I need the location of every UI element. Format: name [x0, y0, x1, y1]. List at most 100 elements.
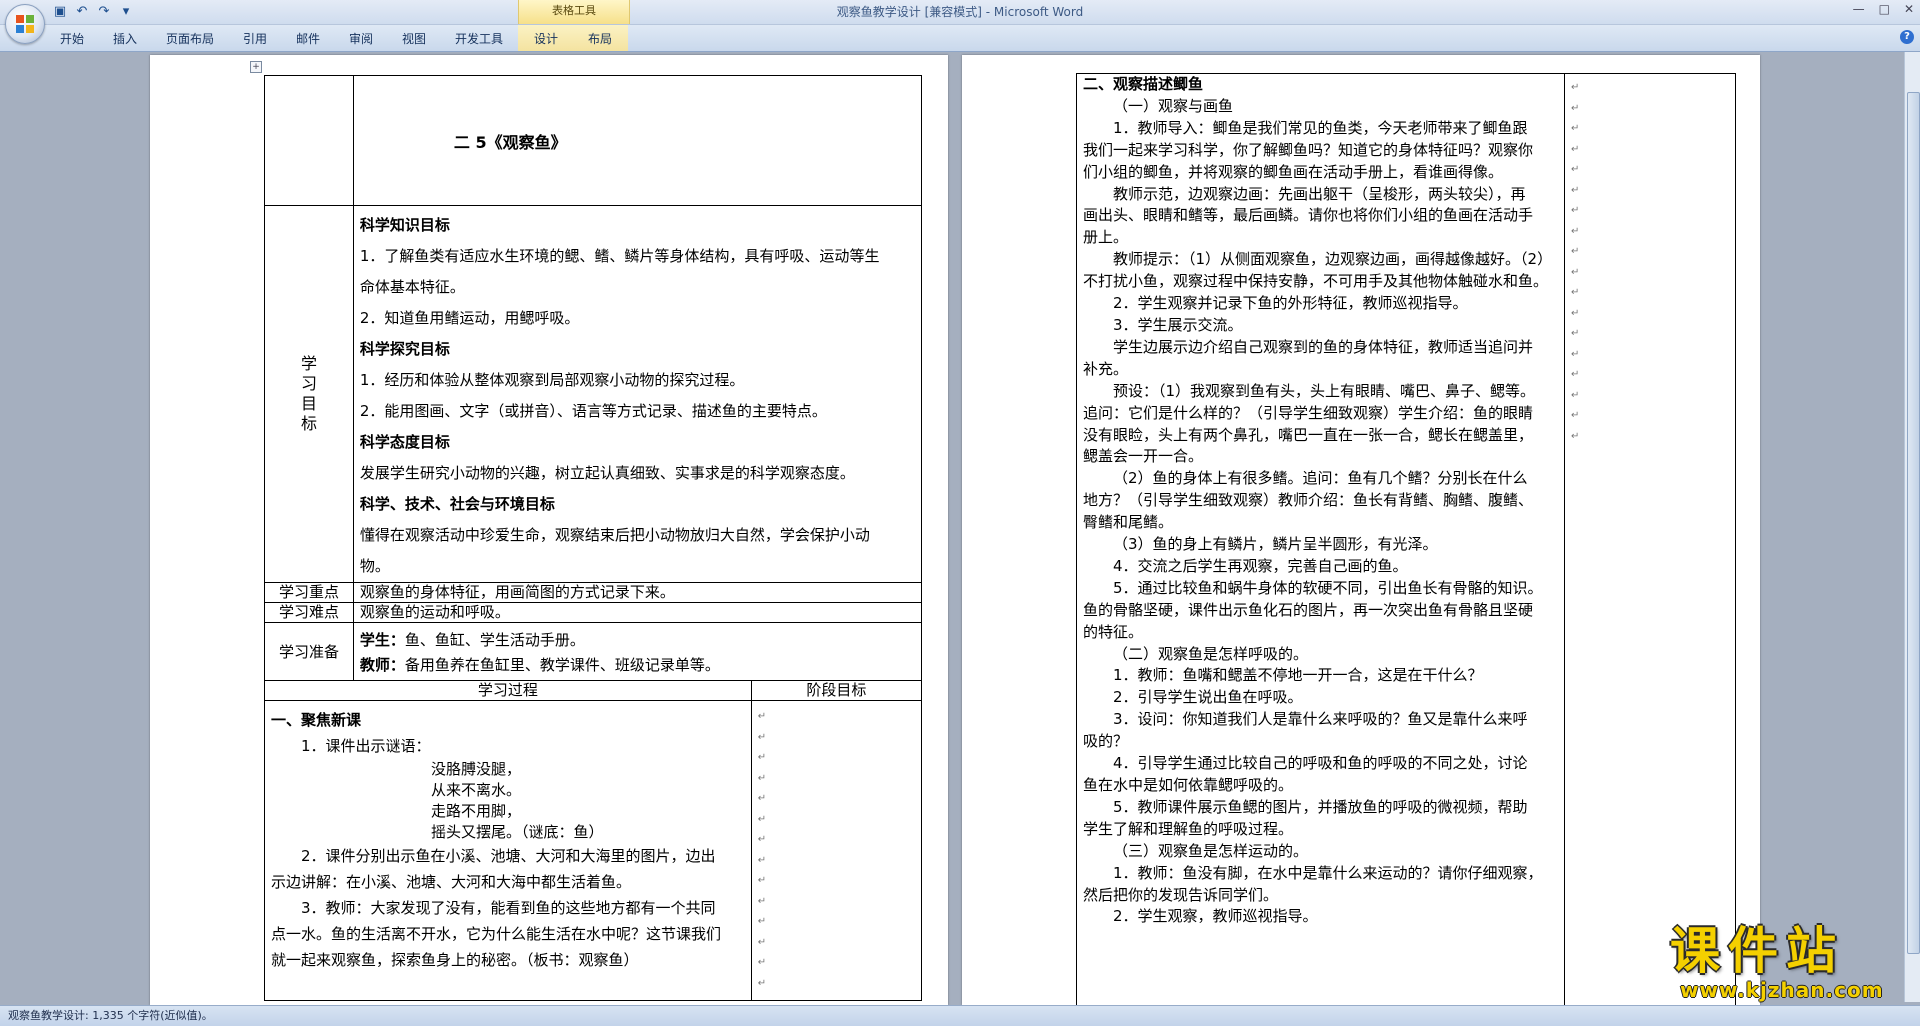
paragraph-line: 学生边展示边介绍自己观察到的鱼的身体特征，教师适当追问并: [1113, 337, 1534, 356]
goals-cell: 科学知识目标 1．了解鱼类有适应水生环境的鳃、鳍、鳞片等身体结构，具有呼吸、运动等…: [352, 205, 923, 583]
close-icon[interactable]: ✕: [1904, 2, 1914, 16]
difficulty-label-cell: 学习难点: [264, 602, 354, 623]
window-title: 观察鱼教学设计 [兼容模式] - Microsoft Word: [836, 5, 1084, 19]
paragraph-line: 不打扰小鱼，观察过程中保持安静，不可用手及其他物体触碰水和鱼。: [1083, 272, 1549, 291]
section-heading: 二、观察描述鲫鱼: [1083, 75, 1204, 93]
tab-review[interactable]: 审阅: [349, 30, 373, 47]
key-label: 学习重点: [278, 583, 339, 601]
tab-design[interactable]: 设计: [534, 30, 558, 47]
stage-header-cell: 阶段目标: [750, 680, 923, 701]
prep-cell: 学生：鱼、鱼缸、学生活动手册。 教师：备用鱼养在鱼缸里、教学课件、班级记录单等。: [352, 622, 923, 681]
paragraph-line: 1．教师：鱼嘴和鳃盖不停地一开一合，这是在干什么？: [1113, 666, 1483, 685]
paragraph-line: 3．学生展示交流。: [1113, 315, 1243, 334]
paragraph-line: 画出头、眼睛和鳍等，最后画鳞。请你也将你们小组的鱼画在活动手: [1083, 206, 1534, 225]
goals-text: 科学知识目标 1．了解鱼类有适应水生环境的鳃、鳍、鳞片等身体结构，具有呼吸、运动等…: [354, 206, 921, 582]
process-continued-text: 二、观察描述鲫鱼 （一）观察与画鱼 1．教师导入：鲫鱼是我们常见的鱼类，今天老师带来…: [1077, 74, 1564, 928]
prep-student-label: 学生：: [359, 631, 405, 649]
tab-insert[interactable]: 插入: [113, 30, 137, 47]
paragraph-line: 鱼在水中是如何依靠鳃呼吸的。: [1083, 776, 1294, 794]
window-controls: — □ ✕: [1853, 2, 1914, 16]
paragraph-line: 4．引导学生通过比较自己的呼吸和鱼的呼吸的不同之处，讨论: [1113, 754, 1528, 773]
paragraph-line: 命体基本特征。: [359, 278, 465, 296]
tab-view[interactable]: 视图: [402, 30, 426, 47]
goals-label-char: 标: [300, 414, 317, 433]
paragraph-line: 懂得在观察活动中珍爱生命，观察结束后把小动物放归大自然，学会保护小动: [359, 526, 870, 544]
stage-paragraph-marks: ↵ ↵ ↵ ↵ ↵ ↵ ↵ ↵ ↵ ↵ ↵ ↵ ↵ ↵: [757, 711, 767, 989]
tab-home[interactable]: 开始: [60, 30, 84, 47]
paragraph-line: 3．教师：大家发现了没有，能看到鱼的这些地方都有一个共同: [301, 899, 716, 917]
paragraph-line: 点一水。鱼的生活离不开水，它为什么能生活在水中呢？这节课我们: [271, 925, 722, 943]
paragraph-line: 没有眼睑，头上有两个鼻孔，嘴巴一直在一张一合，鳃长在鳃盖里，: [1083, 425, 1534, 444]
stage-continued-cell: ↵ ↵ ↵ ↵ ↵ ↵ ↵ ↵ ↵ ↵ ↵ ↵ ↵ ↵ ↵ ↵ ↵ ↵: [1563, 73, 1737, 1005]
key-label-cell: 学习重点: [264, 582, 354, 603]
paragraph-line: 教师提示：（1）从侧面观察鱼，边观察边画，画得越像越好。（2）: [1113, 250, 1553, 269]
section-heading: 科学态度目标: [359, 433, 450, 451]
tab-page-layout[interactable]: 页面布局: [166, 30, 214, 47]
maximize-icon[interactable]: □: [1879, 2, 1890, 16]
tab-references[interactable]: 引用: [243, 30, 267, 47]
paragraph-line: 没胳膊没腿，: [431, 760, 522, 778]
section-heading: 科学知识目标: [359, 216, 450, 234]
table-move-handle-icon[interactable]: +: [250, 61, 262, 73]
stage-cell: ↵ ↵ ↵ ↵ ↵ ↵ ↵ ↵ ↵ ↵ ↵ ↵ ↵ ↵: [750, 700, 923, 1001]
paragraph-line: 发展学生研究小动物的兴趣，树立起认真细致、实事求是的科学观察态度。: [359, 464, 855, 482]
paragraph-line: 2．学生观察并记录下鱼的外形特征，教师巡视指导。: [1113, 294, 1468, 313]
paragraph-line: 4．交流之后学生再观察，完善自己画的鱼。: [1113, 556, 1408, 575]
paragraph-line: 从来不离水。: [431, 781, 522, 799]
difficulty-cell: 观察鱼的运动和呼吸。: [352, 602, 923, 623]
scrollbar-thumb[interactable]: [1907, 92, 1920, 954]
lesson-plan-table: 二 5《观察鱼》 学习目标 科学知识目标 1．了解鱼类有适应水生环境的鳃、鳍、鳞片…: [264, 75, 923, 1001]
paragraph-line: 2．知道鱼用鳍运动，用鳃呼吸。: [359, 309, 580, 327]
process-text: 一、聚焦新课 1．课件出示谜语： 没胳膊没腿， 从来不离水。 走路不用脚， 摇头又摆尾。（…: [265, 701, 751, 973]
prep-teacher-label: 教师：: [359, 656, 405, 674]
tab-layout[interactable]: 布局: [588, 30, 612, 47]
section-heading: 科学探究目标: [359, 340, 450, 358]
goals-label: 学习目标: [265, 354, 353, 434]
key-cell: 观察鱼的身体特征，用画简图的方式记录下来。: [352, 582, 923, 603]
minimize-icon[interactable]: —: [1853, 2, 1865, 16]
section-heading: 一、聚焦新课: [271, 711, 362, 729]
paragraph-line: 物。: [359, 557, 390, 575]
stage-header: 阶段目标: [806, 681, 867, 699]
process-header: 学习过程: [477, 681, 538, 699]
paragraph-line: 们小组的鲫鱼，并将观察的鲫鱼画在活动手册上，看谁画得像。: [1083, 162, 1504, 181]
vertical-scrollbar[interactable]: [1904, 52, 1920, 1002]
paragraph-line: 2．学生观察，教师巡视指导。: [1113, 907, 1318, 926]
paragraph-line: （一）观察与画鱼: [1113, 96, 1234, 115]
goals-label-char: 学: [300, 354, 317, 373]
paragraph-line: 臀鳍和尾鳍。: [1083, 513, 1174, 532]
paragraph-line: 走路不用脚，: [431, 802, 522, 820]
title-label-cell: [264, 75, 354, 206]
paragraph-line: 5．教师课件展示鱼鳃的图片，并播放鱼的呼吸的微视频，帮助: [1113, 797, 1528, 816]
goals-label-char: 目: [300, 394, 317, 413]
paragraph-line: 学生了解和理解鱼的呼吸过程。: [1083, 819, 1294, 838]
paragraph-line: 册上。: [1083, 228, 1129, 247]
paragraph-line: 示边讲解：在小溪、池塘、大河和大海中都生活着鱼。: [271, 873, 632, 891]
paragraph-line: 预设：（1）我观察到鱼有头，头上有眼睛、嘴巴、鼻子、鳃等。: [1113, 381, 1536, 400]
help-icon[interactable]: ?: [1900, 30, 1914, 44]
prep-label-cell: 学习准备: [264, 622, 354, 681]
stage-continued-marks: ↵ ↵ ↵ ↵ ↵ ↵ ↵ ↵ ↵ ↵ ↵ ↵ ↵ ↵ ↵ ↵ ↵ ↵: [1570, 82, 1580, 442]
prep-label: 学习准备: [278, 643, 339, 661]
prep-teacher-text: 备用鱼养在鱼缸里、教学课件、班级记录单等。: [404, 656, 720, 674]
goals-label-cell: 学习目标: [264, 205, 354, 583]
watermark-text: 课件站: [1670, 922, 1844, 980]
paragraph-line: 鳃盖会一开一合。: [1083, 447, 1204, 466]
ribbon-tabs: 开始 插入 页面布局 引用 邮件 审阅 视图 开发工具 设计 布局 ?: [0, 25, 1920, 52]
tab-mailings[interactable]: 邮件: [296, 30, 320, 47]
paragraph-line: 1．课件出示谜语：: [301, 737, 431, 755]
tab-developer[interactable]: 开发工具: [455, 30, 503, 47]
prep-student-line: 学生：鱼、鱼缸、学生活动手册。: [354, 623, 921, 653]
paragraph-line: 1．了解鱼类有适应水生环境的鳃、鳍、鳞片等身体结构，具有呼吸、运动等生: [359, 247, 880, 265]
paragraph-line: 5．通过比较鱼和蜗牛身体的软硬不同，引出鱼长有骨骼的知识。: [1113, 578, 1543, 597]
section-heading: 科学、技术、社会与环境目标: [359, 495, 555, 513]
paragraph-line: 2．能用图画、文字（或拼音）、语言等方式记录、描述鱼的主要特点。: [359, 402, 827, 420]
paragraph-line: 地方？（引导学生细致观察）教师介绍：鱼长有背鳍、胸鳍、腹鳍、: [1083, 491, 1534, 510]
difficulty-label: 学习难点: [278, 603, 339, 621]
office-button[interactable]: [5, 4, 45, 44]
paragraph-line: 2．课件分别出示鱼在小溪、池塘、大河和大海里的图片，边出: [301, 847, 716, 865]
office-logo-icon: [16, 15, 34, 33]
paragraph-line: 3．设问：你知道我们人是靠什么来呼吸的？鱼又是靠什么来呼: [1113, 710, 1528, 729]
paragraph-line: （三）观察鱼是怎样运动的。: [1113, 841, 1309, 860]
paragraph-line: 追问：它们是什么样的？（引导学生细致观察）学生介绍：鱼的眼睛: [1083, 403, 1534, 422]
